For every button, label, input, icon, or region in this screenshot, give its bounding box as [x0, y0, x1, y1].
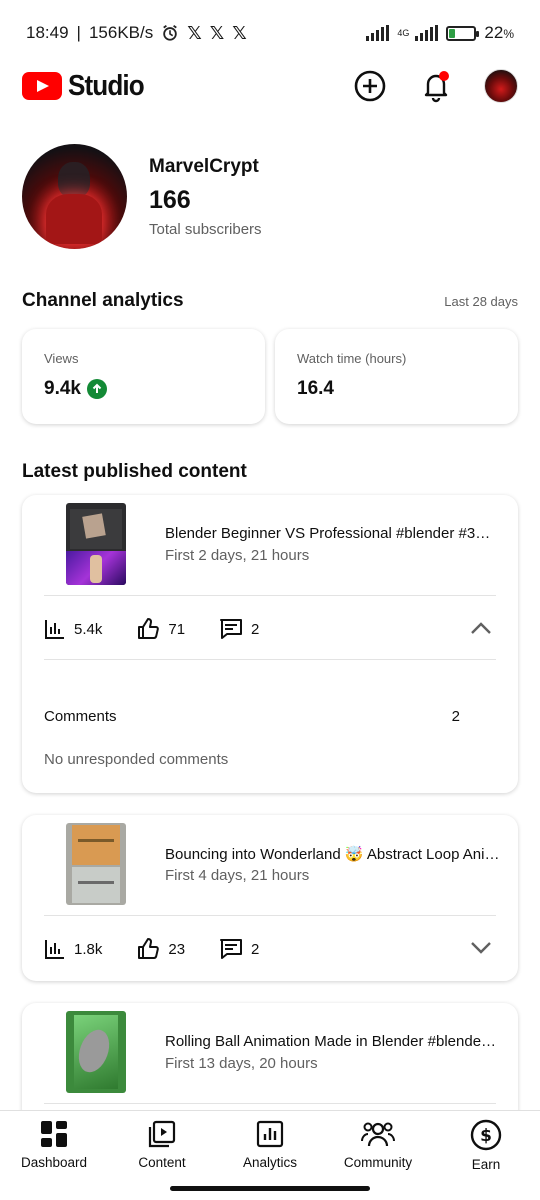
nav-label: Content [138, 1155, 186, 1170]
status-time: 18:49 [26, 23, 69, 42]
video-title: Bouncing into Wonderland 🤯 Abstract Loop… [165, 846, 500, 863]
video-metrics: 1.8k 23 2 [44, 937, 293, 961]
comment-icon [220, 939, 243, 959]
watch-time-label: Watch time (hours) [297, 351, 407, 366]
x-app-icon: 𝕏 [232, 22, 247, 43]
earn-icon: $ [470, 1119, 502, 1151]
app-header: Studio [0, 60, 540, 112]
video-title: Rolling Ball Animation Made in Blender #… [165, 1033, 500, 1050]
divider [44, 595, 496, 596]
account-avatar[interactable] [484, 69, 518, 103]
channel-name: MarvelCrypt [149, 155, 259, 177]
status-bar: 18:49 | 156KB/s 𝕏 𝕏 𝕏 4G 22% [26, 22, 514, 43]
nav-dashboard[interactable]: Dashboard [0, 1111, 108, 1200]
battery-percent: 22% [484, 23, 514, 42]
divider [44, 915, 496, 916]
community-icon [361, 1122, 395, 1147]
video-card: Rolling Ball Animation Made in Blender #… [22, 1003, 518, 1123]
video-title: Blender Beginner VS Professional #blende… [165, 525, 500, 542]
video-row[interactable]: Blender Beginner VS Professional #blende… [22, 495, 518, 595]
channel-avatar[interactable] [22, 144, 127, 249]
views-value: 9.4k [44, 378, 81, 399]
nav-label: Earn [471, 1157, 501, 1172]
comments-count: 2 [251, 940, 260, 958]
comments-label: Comments [44, 708, 117, 725]
notifications-button[interactable] [418, 68, 454, 104]
create-button[interactable] [352, 68, 388, 104]
signal-icon [366, 25, 390, 41]
bar-chart-icon [45, 620, 64, 639]
watch-time-value: 16.4 [297, 378, 334, 399]
signal-icon [415, 25, 439, 41]
thumbs-up-icon [138, 618, 160, 639]
views-metric: 1.8k [44, 938, 102, 960]
trend-up-icon [86, 379, 107, 399]
thumbs-up-icon [138, 938, 160, 959]
comment-icon [220, 619, 243, 639]
views-card[interactable]: Views 9.4k [22, 329, 265, 424]
nav-earn[interactable]: $ Earn [432, 1111, 540, 1200]
likes-count: 71 [168, 620, 186, 638]
svg-text:$: $ [480, 1126, 492, 1146]
nav-label: Dashboard [20, 1155, 88, 1170]
youtube-logo-icon [22, 72, 62, 100]
analytics-period: Last 28 days [444, 294, 518, 309]
create-icon [354, 70, 386, 102]
nav-label: Analytics [242, 1155, 298, 1170]
video-metrics: 5.4k 71 2 [44, 617, 293, 641]
video-row[interactable]: Bouncing into Wonderland 🤯 Abstract Loop… [22, 815, 518, 915]
watch-time-card[interactable]: Watch time (hours) 16.4 [275, 329, 518, 424]
likes-metric: 71 [136, 617, 185, 641]
video-row[interactable]: Rolling Ball Animation Made in Blender #… [22, 1003, 518, 1103]
bar-chart-icon [45, 940, 64, 959]
video-thumbnail [66, 503, 126, 585]
collapse-button[interactable] [470, 617, 492, 639]
video-card: Blender Beginner VS Professional #blende… [22, 495, 518, 793]
chevron-up-icon [471, 622, 491, 634]
views-metric: 5.4k [44, 618, 102, 640]
network-speed: 156KB/s [88, 23, 154, 42]
analytics-icon [256, 1120, 284, 1148]
video-thumbnail [66, 1011, 126, 1093]
divider [44, 1103, 496, 1104]
video-thumbnail [66, 823, 126, 905]
divider [44, 659, 496, 660]
network-type: 4G [397, 28, 410, 38]
views-count: 5.4k [74, 620, 103, 638]
channel-summary: MarvelCrypt 166 Total subscribers [22, 144, 262, 249]
logo-text: Studio [68, 69, 145, 102]
nav-label: Community [343, 1155, 413, 1170]
subscriber-count: 166 [149, 185, 191, 214]
battery-icon [446, 25, 480, 41]
content-icon [148, 1120, 176, 1148]
comments-total: 2 [451, 708, 460, 725]
comments-count: 2 [251, 620, 260, 638]
studio-logo[interactable]: Studio [22, 70, 152, 103]
notifications-icon [424, 71, 449, 103]
gesture-home-bar[interactable] [170, 1186, 370, 1191]
likes-count: 23 [168, 940, 186, 958]
expand-button[interactable] [470, 937, 492, 959]
video-subtitle: First 4 days, 21 hours [165, 867, 310, 884]
subscriber-label: Total subscribers [149, 220, 262, 238]
video-card: Bouncing into Wonderland 🤯 Abstract Loop… [22, 815, 518, 981]
likes-metric: 23 [136, 937, 185, 961]
views-count: 1.8k [74, 940, 103, 958]
latest-content-title: Latest published content [22, 461, 247, 482]
video-subtitle: First 2 days, 21 hours [165, 547, 310, 564]
video-subtitle: First 13 days, 20 hours [165, 1055, 318, 1072]
unresponded-comments-status: No unresponded comments [44, 751, 229, 768]
x-app-icon: 𝕏 [187, 22, 202, 43]
chevron-down-icon [471, 942, 491, 954]
dashboard-icon [41, 1121, 67, 1147]
comments-metric: 2 [219, 937, 259, 961]
analytics-title: Channel analytics [22, 290, 184, 311]
views-label: Views [44, 351, 79, 366]
x-app-icon: 𝕏 [209, 22, 225, 43]
alarm-icon [163, 25, 178, 41]
comments-metric: 2 [219, 617, 259, 641]
